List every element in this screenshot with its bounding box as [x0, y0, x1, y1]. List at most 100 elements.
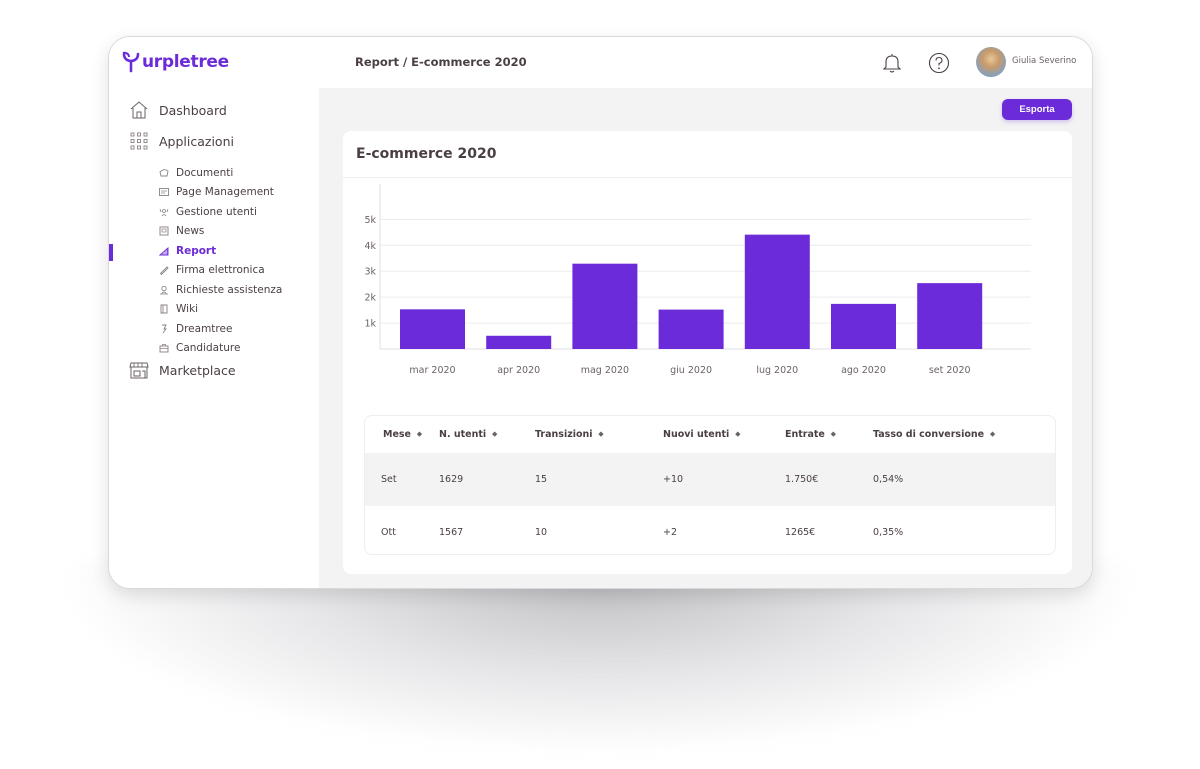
cell-nuovi-utenti: +2 [663, 527, 678, 538]
sidebar-item-label: News [176, 225, 205, 237]
x-tick-label: giu 2020 [670, 365, 712, 376]
sidebar-item-report[interactable]: Report [159, 243, 216, 259]
sidebar-item-documenti[interactable]: Documenti [159, 165, 233, 181]
sidebar-item-label: Applicazioni [159, 133, 234, 149]
column-header-n-utenti[interactable]: N. utenti ⬥ [439, 429, 497, 440]
sidebar-item-gestione-utenti[interactable]: Gestione utenti [159, 204, 257, 220]
bulb-icon [159, 324, 169, 334]
sidebar-item-wiki[interactable]: Wiki [159, 301, 198, 317]
x-tick-label: ago 2020 [841, 365, 886, 376]
cell-entrate: 1.750€ [785, 474, 819, 485]
bar-chart: 1k 2k 3k 4k 5k mar 2020 apr 2020 mag 2020 giu 20… [364, 184, 1031, 376]
sidebar-item-label: Gestione utenti [176, 206, 257, 218]
sidebar-item-label: Dreamtree [176, 323, 233, 335]
sidebar-item-firma-elettronica[interactable]: Firma elettronica [159, 262, 265, 278]
cell-mese: Set [381, 474, 397, 485]
app-window: urpletree Dashboard Applicazioni Documen… [108, 36, 1093, 589]
documents-icon [159, 168, 169, 178]
table-row[interactable]: Set 1629 15 +10 1.750€ 0,54% [365, 453, 1055, 506]
support-icon [159, 285, 169, 295]
cell-transizioni: 15 [535, 474, 548, 485]
sidebar-item-label: Report [176, 245, 217, 257]
sort-icon[interactable]: ⬥ [417, 430, 422, 438]
column-header-entrate[interactable]: Entrate ⬥ [785, 429, 836, 440]
sort-icon[interactable]: ⬥ [990, 430, 995, 438]
bar-giu-2020[interactable] [658, 309, 724, 349]
bar-mag-2020[interactable] [572, 263, 638, 349]
cell-nuovi-utenti: +10 [663, 474, 684, 485]
cell-tasso-conversione: 0,54% [873, 474, 904, 485]
logo[interactable]: urpletree [121, 51, 229, 73]
cell-entrate: 1265€ [785, 527, 816, 538]
column-header-tasso-conversione[interactable]: Tasso di conversione ⬥ [873, 429, 995, 440]
cell-n-utenti: 1567 [439, 527, 464, 538]
sidebar-item-dashboard[interactable]: Dashboard [129, 100, 227, 120]
purpletree-logo-icon [122, 51, 140, 73]
column-header-mese[interactable]: Mese ⬥ [383, 429, 422, 440]
y-tick-label: 1k [364, 319, 376, 330]
sidebar-item-candidature[interactable]: Candidature [159, 340, 240, 356]
users-icon [159, 207, 169, 217]
x-tick-label: mag 2020 [581, 365, 629, 376]
breadcrumb: Report / E-commerce 2020 [355, 55, 527, 69]
cell-mese: Ott [381, 527, 396, 538]
report-icon [159, 246, 169, 256]
sidebar-item-label: Page Management [176, 186, 274, 198]
sidebar-item-news[interactable]: News [159, 223, 204, 239]
grid-icon [129, 131, 149, 151]
sort-icon[interactable]: ⬥ [735, 430, 740, 438]
active-indicator [109, 244, 113, 261]
y-tick-label: 2k [364, 293, 376, 304]
top-bar: Report / E-commerce 2020 Giulia Severino [319, 37, 1092, 88]
cell-tasso-conversione: 0,35% [873, 527, 904, 538]
pen-icon [159, 265, 169, 275]
sort-icon[interactable]: ⬥ [831, 430, 836, 438]
sidebar-item-label: Documenti [176, 167, 234, 179]
x-tick-label: lug 2020 [756, 365, 798, 376]
data-table: Mese ⬥ N. utenti ⬥ Transizioni ⬥ Nuovi uten… [364, 415, 1056, 555]
x-tick-label: apr 2020 [497, 365, 540, 376]
y-tick-label: 5k [364, 215, 376, 226]
sidebar-item-label: Candidature [176, 342, 241, 354]
sidebar-item-label: Dashboard [159, 102, 227, 118]
sidebar-item-richieste-assistenza[interactable]: Richieste assistenza [159, 282, 282, 298]
y-tick-label: 3k [364, 267, 376, 278]
book-icon [159, 304, 169, 314]
main-content: Report / E-commerce 2020 Giulia Severino… [319, 37, 1092, 588]
home-icon [129, 100, 149, 120]
x-tick-label: set 2020 [929, 365, 971, 376]
sidebar-item-page-management[interactable]: Page Management [159, 184, 274, 200]
bar-set-2020[interactable] [917, 283, 983, 349]
sidebar: urpletree Dashboard Applicazioni Documen… [109, 37, 319, 588]
page-icon [159, 187, 169, 197]
briefcase-icon [159, 343, 169, 353]
user-name[interactable]: Giulia Severino [1012, 56, 1076, 66]
column-header-nuovi-utenti[interactable]: Nuovi utenti ⬥ [663, 429, 740, 440]
sidebar-item-marketplace[interactable]: Marketplace [129, 360, 236, 380]
sidebar-item-applicazioni[interactable]: Applicazioni [129, 131, 234, 151]
store-icon [129, 360, 149, 380]
export-button[interactable]: Esporta [1002, 99, 1072, 120]
sidebar-item-label: Richieste assistenza [176, 284, 283, 296]
logo-text: urpletree [142, 52, 229, 72]
cell-transizioni: 10 [535, 527, 548, 538]
sidebar-item-dreamtree[interactable]: Dreamtree [159, 321, 232, 337]
sidebar-item-label: Wiki [176, 303, 199, 315]
cell-n-utenti: 1629 [439, 474, 464, 485]
bar-lug-2020[interactable] [744, 234, 810, 349]
y-tick-label: 4k [364, 241, 376, 252]
sort-icon[interactable]: ⬥ [599, 430, 604, 438]
help-icon[interactable] [928, 52, 950, 78]
bar-ago-2020[interactable] [831, 303, 896, 349]
table-header: Mese ⬥ N. utenti ⬥ Transizioni ⬥ Nuovi uten… [365, 416, 1055, 452]
bell-icon[interactable] [882, 52, 902, 78]
table-row[interactable]: Ott 1567 10 +2 1265€ 0,35% [365, 506, 1055, 554]
sort-icon[interactable]: ⬥ [492, 430, 497, 438]
bar-apr-2020[interactable] [486, 335, 552, 349]
avatar[interactable] [976, 47, 1006, 77]
column-header-transizioni[interactable]: Transizioni ⬥ [535, 429, 603, 440]
sidebar-item-label: Firma elettronica [176, 264, 265, 276]
bar-mar-2020[interactable] [400, 309, 465, 349]
x-tick-label: mar 2020 [409, 365, 455, 376]
sidebar-item-label: Marketplace [159, 362, 236, 378]
